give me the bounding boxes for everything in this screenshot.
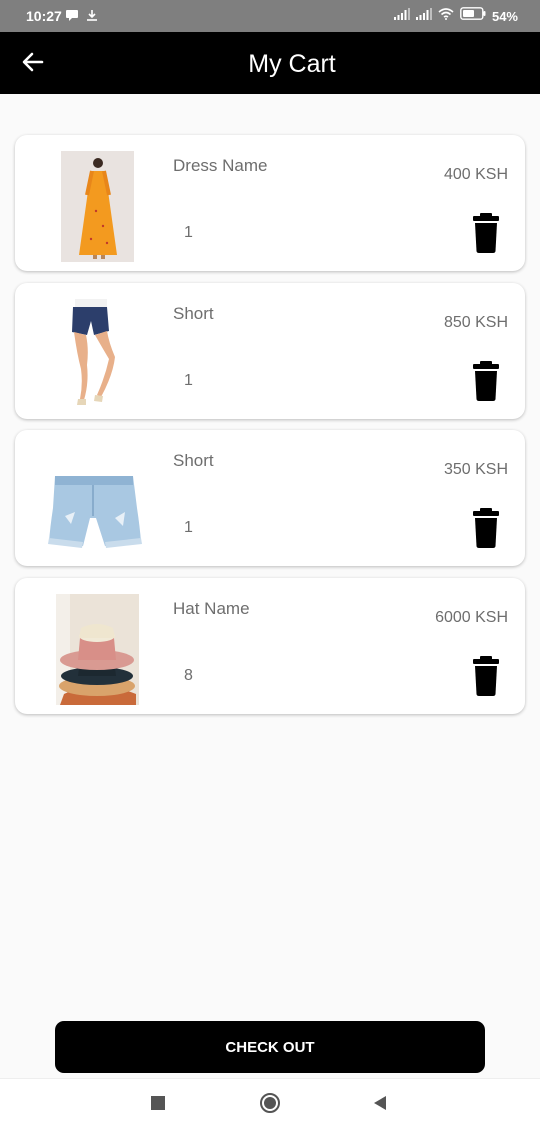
trash-icon (471, 361, 501, 405)
status-bar: 10:27 54% (0, 0, 540, 32)
trash-icon (471, 213, 501, 257)
home-button[interactable] (258, 1092, 282, 1119)
arrow-left-icon (21, 50, 45, 79)
battery-percentage: 54% (491, 8, 518, 24)
wifi-icon (438, 7, 454, 25)
back-button[interactable] (14, 45, 52, 83)
item-image (61, 151, 134, 262)
item-image (45, 446, 145, 557)
item-image (56, 594, 139, 705)
home-circle-icon (259, 1092, 281, 1119)
item-quantity: 8 (184, 667, 193, 684)
item-name: Dress Name (173, 156, 268, 175)
item-quantity: 1 (184, 224, 193, 241)
status-time: 10:27 (26, 8, 62, 24)
page-title: My Cart (248, 50, 336, 78)
delete-button[interactable] (471, 508, 501, 548)
item-quantity: 1 (184, 372, 193, 389)
item-price: 400 KSH (443, 166, 508, 183)
item-price: 350 KSH (443, 461, 508, 478)
back-triangle-icon (373, 1095, 387, 1116)
signal-icon (393, 7, 410, 25)
cart-item[interactable]: Short 1 850 KSH (15, 283, 525, 419)
item-price: 6000 KSH (435, 609, 508, 626)
trash-icon (471, 508, 501, 552)
app-bar: My Cart (0, 32, 540, 94)
item-name: Short (173, 304, 214, 323)
recents-button[interactable] (146, 1093, 170, 1117)
system-nav-bar (0, 1078, 540, 1131)
checkout-button[interactable]: CHECK OUT (55, 1021, 485, 1073)
download-icon (86, 9, 98, 27)
item-name: Short (173, 451, 214, 470)
trash-icon (471, 656, 501, 700)
delete-button[interactable] (471, 656, 501, 696)
item-quantity: 1 (184, 519, 193, 536)
item-price: 850 KSH (443, 314, 508, 331)
cart-item[interactable]: Short 1 350 KSH (15, 430, 525, 566)
item-image (61, 299, 134, 410)
recents-square-icon (151, 1095, 165, 1115)
cart-item[interactable]: Hat Name 8 6000 KSH (15, 578, 525, 714)
signal-icon (415, 7, 432, 25)
battery-icon (460, 7, 486, 25)
back-nav-button[interactable] (368, 1093, 392, 1117)
delete-button[interactable] (471, 213, 501, 253)
status-left-icons (66, 9, 98, 27)
delete-button[interactable] (471, 361, 501, 401)
item-name: Hat Name (173, 599, 250, 618)
notification-icon (66, 9, 78, 27)
status-right: 54% (393, 7, 518, 25)
cart-item[interactable]: Dress Name 1 400 KSH (15, 135, 525, 271)
